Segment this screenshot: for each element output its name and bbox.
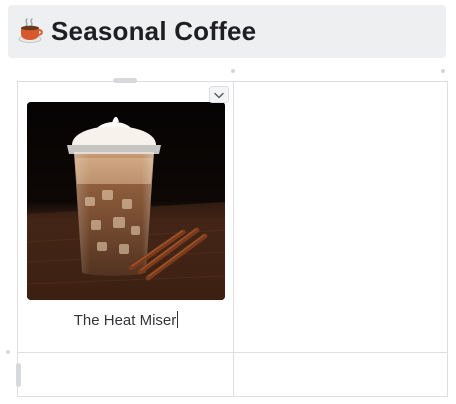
grid-corner-dot bbox=[441, 69, 445, 73]
page-header: Seasonal Coffee bbox=[8, 5, 446, 58]
chevron-down-icon bbox=[214, 86, 224, 104]
coffee-cup-icon bbox=[18, 17, 44, 45]
iced-coffee-photo[interactable] bbox=[27, 102, 225, 300]
image-menu-button[interactable] bbox=[209, 86, 229, 103]
grid-corner-dot bbox=[6, 350, 10, 354]
text-cursor bbox=[177, 311, 179, 328]
caption-text: The Heat Miser bbox=[73, 312, 177, 329]
grid-cell[interactable] bbox=[17, 352, 234, 397]
column-resize-handle[interactable] bbox=[113, 78, 137, 83]
grid-cell[interactable] bbox=[233, 352, 448, 397]
image-caption[interactable]: The Heat Miser bbox=[27, 311, 225, 329]
page-title: Seasonal Coffee bbox=[51, 16, 257, 46]
grid-corner-dot bbox=[231, 69, 235, 73]
grid-cell[interactable] bbox=[233, 81, 448, 353]
row-resize-handle[interactable] bbox=[16, 363, 21, 387]
